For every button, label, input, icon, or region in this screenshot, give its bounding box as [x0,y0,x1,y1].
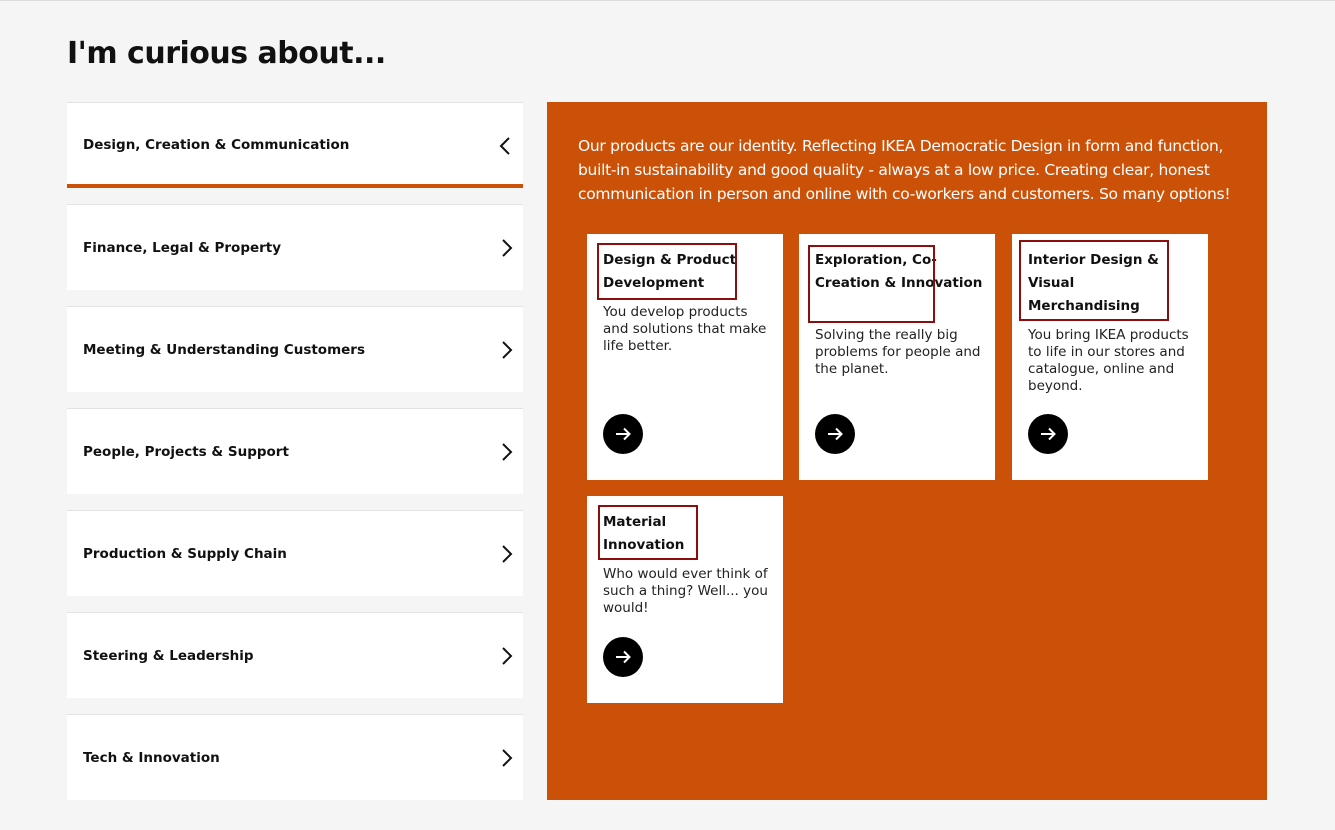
role-card-title: Interior Design & Visual Merchandising [1028,252,1159,314]
accordion-item-people-projects-support[interactable]: People, Projects & Support [67,408,523,494]
career-area-accordion: Design, Creation & Communication Finance… [67,102,523,816]
accordion-item-label: People, Projects & Support [83,444,289,460]
accordion-content-panel: Our products are our identity. Reflectin… [547,102,1267,800]
role-card-description: Solving the really big problems for peop… [815,327,981,377]
accordion-item-production-supply-chain[interactable]: Production & Supply Chain [67,510,523,596]
accordion-item-label: Steering & Leadership [83,648,254,664]
panel-intro-text: Our products are our identity. Reflectin… [578,137,1231,203]
chevron-right-icon [497,442,515,462]
accordion-item-steering-leadership[interactable]: Steering & Leadership [67,612,523,698]
arrow-right-icon [616,650,631,664]
chevron-right-icon [497,340,515,360]
arrow-right-button[interactable] [603,414,643,454]
role-card-exploration-co-creation-innovation[interactable]: Exploration, Co-Creation & Innovation So… [799,234,995,480]
role-card-description: Who would ever think of such a thing? We… [603,566,768,616]
accordion-item-tech-innovation[interactable]: Tech & Innovation [67,714,523,800]
accordion-item-label: Finance, Legal & Property [83,240,282,256]
role-card-title: Exploration, Co-Creation & Innovation [815,252,983,291]
chevron-right-icon [497,748,515,768]
role-card-title: Material Innovation [603,514,685,553]
accordion-item-label: Meeting & Understanding Customers [83,342,365,358]
arrow-right-button[interactable] [1028,414,1068,454]
page-title: I'm curious about... [67,36,386,71]
role-card-description: You bring IKEA products to life in our s… [1028,327,1189,394]
arrow-right-icon [828,427,843,441]
accordion-item-meeting-understanding-customers[interactable]: Meeting & Understanding Customers [67,306,523,392]
accordion-item-label: Production & Supply Chain [83,546,287,562]
chevron-right-icon [497,238,515,258]
arrow-right-icon [1041,427,1056,441]
chevron-left-icon [497,136,515,156]
accordion-item-design-creation-communication[interactable]: Design, Creation & Communication [67,102,523,188]
role-card-description: You develop products and solutions that … [603,304,767,354]
arrow-right-button[interactable] [603,637,643,677]
top-divider [0,0,1335,1]
accordion-item-label: Tech & Innovation [83,750,220,766]
role-card-title: Design & Product Development [603,252,737,291]
role-card-material-innovation[interactable]: Material Innovation Who would ever think… [587,496,783,703]
accordion-item-finance-legal-property[interactable]: Finance, Legal & Property [67,204,523,290]
role-card-interior-design-visual-merchandising[interactable]: Interior Design & Visual Merchandising Y… [1012,234,1208,480]
arrow-right-button[interactable] [815,414,855,454]
arrow-right-icon [616,427,631,441]
role-card-design-product-development[interactable]: Design & Product Development You develop… [587,234,783,480]
chevron-right-icon [497,544,515,564]
accordion-item-label: Design, Creation & Communication [83,137,350,153]
chevron-right-icon [497,646,515,666]
